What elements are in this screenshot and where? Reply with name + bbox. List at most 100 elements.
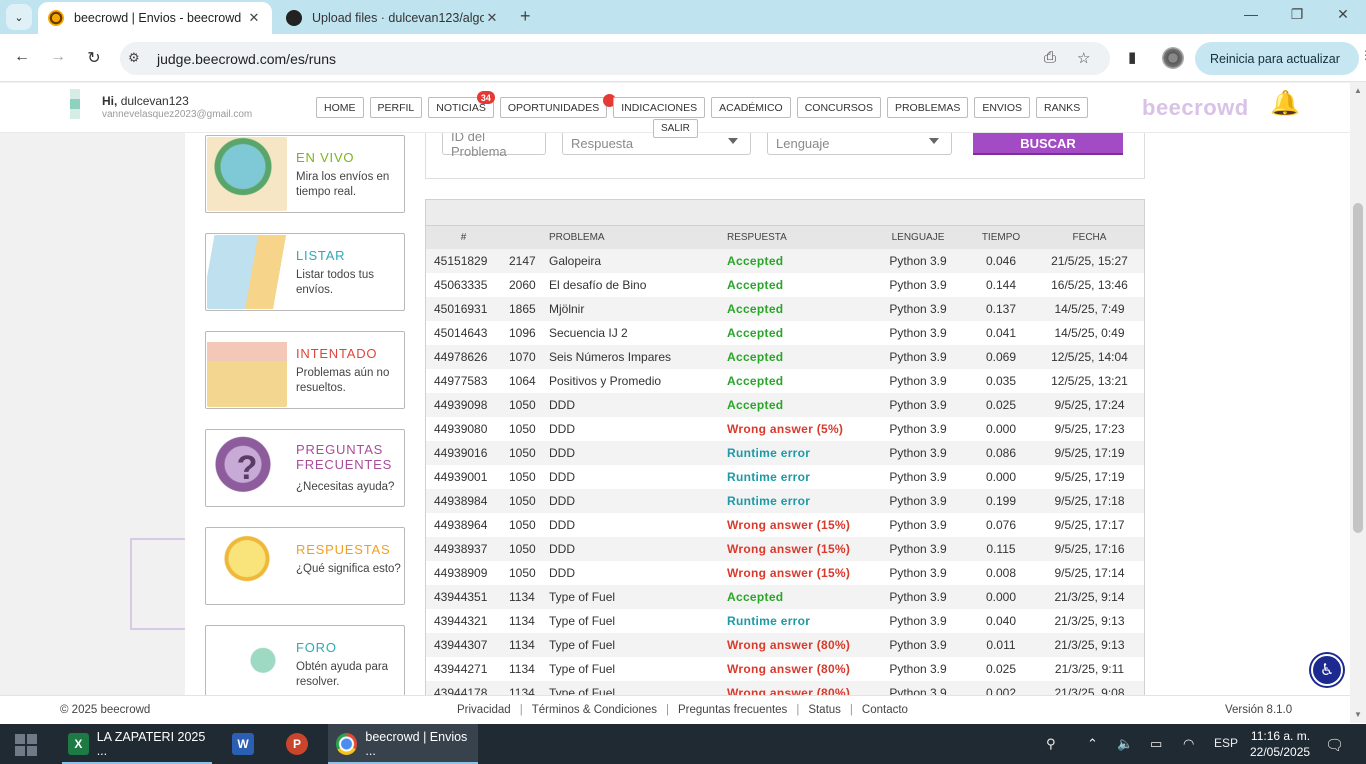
answer-status[interactable]: Accepted: [719, 321, 869, 345]
accessibility-icon[interactable]: ♿: [1311, 654, 1343, 686]
table-row[interactable]: 45151829 2147 Galopeira Accepted Python 3.9 0…: [426, 249, 1144, 273]
nav-problemas[interactable]: PROBLEMAS: [886, 97, 969, 118]
run-id[interactable]: 45063335: [426, 273, 501, 297]
site-settings-icon[interactable]: ⚙: [128, 50, 140, 66]
table-row[interactable]: 44939001 1050 DDD Runtime error Python 3.9 0.…: [426, 465, 1144, 489]
answer-status[interactable]: Accepted: [719, 249, 869, 273]
run-id[interactable]: 44939001: [426, 465, 501, 489]
bookmark-star-icon[interactable]: ☆: [1077, 49, 1090, 67]
problem-name[interactable]: Type of Fuel: [541, 609, 719, 633]
back-icon[interactable]: ←: [12, 48, 32, 66]
browser-tab-github[interactable]: Upload files · dulcevan123/algo ✕: [276, 2, 510, 34]
run-id[interactable]: 44938909: [426, 561, 501, 585]
reload-icon[interactable]: ↻: [84, 48, 104, 68]
footer-link-contacto[interactable]: Contacto: [862, 704, 908, 716]
problem-name[interactable]: DDD: [541, 441, 719, 465]
run-id[interactable]: 44978626: [426, 345, 501, 369]
problem-id-input[interactable]: ID del Problema: [442, 129, 546, 159]
card-preguntas-frecuentes[interactable]: ? PREGUNTAS FRECUENTES ¿Necesitas ayuda?: [205, 429, 405, 507]
table-row[interactable]: 44939098 1050 DDD Accepted Python 3.9 0.025 9/…: [426, 393, 1144, 417]
table-row[interactable]: 43944321 1134 Type of Fuel Runtime error Pyt…: [426, 609, 1144, 633]
address-bar[interactable]: ⚙ judge.beecrowd.com/es/runs ⎙ ☆: [120, 42, 1110, 75]
tab-search-dropdown-icon[interactable]: ⌄: [6, 4, 32, 30]
run-id[interactable]: 44977583: [426, 369, 501, 393]
table-row[interactable]: 44938984 1050 DDD Runtime error Python 3.9 0.…: [426, 489, 1144, 513]
problem-name[interactable]: Type of Fuel: [541, 657, 719, 681]
answer-status[interactable]: Accepted: [719, 369, 869, 393]
table-row[interactable]: 45016931 1865 Mjölnir Accepted Python 3.9 0.1…: [426, 297, 1144, 321]
problem-name[interactable]: DDD: [541, 393, 719, 417]
menu-icon[interactable]: ⋮: [1360, 48, 1366, 62]
side-panel-icon[interactable]: ▮: [1128, 48, 1136, 66]
footer-link-privacidad[interactable]: Privacidad: [457, 704, 511, 716]
table-row[interactable]: 44938909 1050 DDD Wrong answer (15%) Python …: [426, 561, 1144, 585]
taskbar-app-chrome[interactable]: beecrowd | Envios ...: [328, 724, 478, 764]
card-en-vivo[interactable]: EN VIVO Mira los envíos en tiempo real.: [205, 135, 405, 213]
col-header-answer[interactable]: RESPUESTA: [719, 226, 869, 249]
answer-status[interactable]: Wrong answer (80%): [719, 681, 869, 695]
profile-avatar[interactable]: [1162, 47, 1184, 69]
run-id[interactable]: 43944321: [426, 609, 501, 633]
problem-name[interactable]: DDD: [541, 561, 719, 585]
table-row[interactable]: 44939080 1050 DDD Wrong answer (5%) Python 3…: [426, 417, 1144, 441]
answer-status[interactable]: Runtime error: [719, 609, 869, 633]
problem-name[interactable]: El desafío de Bino: [541, 273, 719, 297]
answer-status[interactable]: Accepted: [719, 297, 869, 321]
footer-link-terminos[interactable]: Términos & Condiciones: [532, 704, 657, 716]
col-header-id[interactable]: #: [426, 226, 501, 249]
nav-noticias[interactable]: NOTICIAS 34: [428, 91, 495, 118]
problem-name[interactable]: Type of Fuel: [541, 681, 719, 695]
answer-status[interactable]: Runtime error: [719, 489, 869, 513]
col-header-problem[interactable]: PROBLEMA: [541, 226, 719, 249]
table-row[interactable]: 44939016 1050 DDD Runtime error Python 3.9 0.…: [426, 441, 1144, 465]
table-row[interactable]: 45063335 2060 El desafío de Bino Accepted Py…: [426, 273, 1144, 297]
nav-perfil[interactable]: PERFIL: [369, 97, 423, 118]
problem-name[interactable]: Galopeira: [541, 249, 719, 273]
run-id[interactable]: 43944307: [426, 633, 501, 657]
bell-icon[interactable]: 🔔: [1270, 89, 1300, 118]
answer-status[interactable]: Accepted: [719, 585, 869, 609]
run-id[interactable]: 45016931: [426, 297, 501, 321]
answer-status[interactable]: Wrong answer (15%): [719, 513, 869, 537]
table-row[interactable]: 44978626 1070 Seis Números Impares Accepted…: [426, 345, 1144, 369]
answer-status[interactable]: Runtime error: [719, 465, 869, 489]
run-id[interactable]: 44938937: [426, 537, 501, 561]
table-row[interactable]: 44938937 1050 DDD Wrong answer (15%) Python …: [426, 537, 1144, 561]
url-text[interactable]: judge.beecrowd.com/es/runs: [157, 51, 336, 67]
close-window-icon[interactable]: ✕: [1331, 6, 1355, 23]
answer-status[interactable]: Accepted: [719, 273, 869, 297]
problem-name[interactable]: DDD: [541, 417, 719, 441]
nav-home[interactable]: HOME: [316, 97, 364, 118]
page-scrollbar[interactable]: ▲ ▼: [1350, 83, 1366, 723]
language-indicator[interactable]: ESP: [1214, 736, 1238, 750]
beecrowd-logo[interactable]: beecrowd: [1142, 95, 1249, 121]
card-respuestas[interactable]: RESPUESTAS ¿Qué significa esto?: [205, 527, 405, 605]
problem-name[interactable]: DDD: [541, 513, 719, 537]
run-id[interactable]: 43944271: [426, 657, 501, 681]
speaker-icon[interactable]: 🔈: [1117, 736, 1133, 752]
notifications-icon[interactable]: 🗨: [1325, 736, 1344, 754]
close-tab-icon[interactable]: ✕: [484, 10, 500, 26]
problem-name[interactable]: Seis Números Impares: [541, 345, 719, 369]
problem-name[interactable]: DDD: [541, 537, 719, 561]
start-icon[interactable]: [15, 734, 37, 756]
problem-name[interactable]: Type of Fuel: [541, 633, 719, 657]
answer-status[interactable]: Wrong answer (80%): [719, 633, 869, 657]
answer-status[interactable]: Accepted: [719, 345, 869, 369]
taskbar-app-powerpoint[interactable]: P: [278, 724, 316, 764]
answer-status[interactable]: Wrong answer (5%): [719, 417, 869, 441]
problem-name[interactable]: Mjölnir: [541, 297, 719, 321]
problem-name[interactable]: DDD: [541, 489, 719, 513]
close-tab-icon[interactable]: ✕: [246, 10, 262, 26]
nav-envios[interactable]: ENVIOS: [974, 97, 1031, 118]
table-row[interactable]: 44977583 1064 Positivos y Promedio Accepted…: [426, 369, 1144, 393]
run-id[interactable]: 43944351: [426, 585, 501, 609]
footer-link-status[interactable]: Status: [808, 704, 841, 716]
wifi-icon[interactable]: ◠: [1183, 736, 1194, 752]
problem-name[interactable]: Positivos y Promedio: [541, 369, 719, 393]
browser-tab-beecrowd[interactable]: beecrowd | Envios - beecrowd ✕: [38, 2, 272, 34]
run-id[interactable]: 45151829: [426, 249, 501, 273]
minimize-icon[interactable]: —: [1239, 6, 1263, 22]
run-id[interactable]: 44938964: [426, 513, 501, 537]
run-id[interactable]: 43944178: [426, 681, 501, 695]
